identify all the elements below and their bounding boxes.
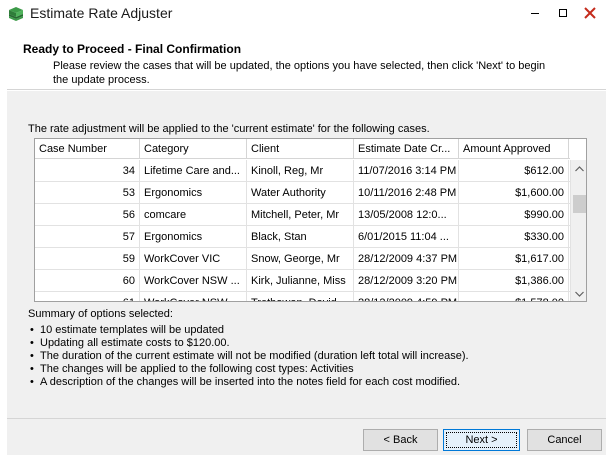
column-header-estimate-date[interactable]: Estimate Date Cr...: [354, 139, 459, 159]
cell-category: Lifetime Care and...: [140, 160, 247, 182]
cell-client: Kirk, Julianne, Miss: [247, 270, 354, 292]
cell-client: Snow, George, Mr: [247, 248, 354, 270]
footer-divider: [7, 418, 606, 419]
window-title: Estimate Rate Adjuster: [30, 5, 173, 21]
cell-estimate-date: 6/01/2015 11:04 ...: [354, 226, 459, 248]
cell-estimate-date: 28/12/2009 4:37 PM: [354, 248, 459, 270]
back-button[interactable]: < Back: [363, 429, 438, 451]
table-row[interactable]: 59 WorkCover VIC Snow, George, Mr 28/12/200…: [35, 248, 570, 270]
table-body: 34 Lifetime Care and... Kinoll, Reg, Mr 11/…: [35, 160, 570, 301]
table-row[interactable]: 56 comcare Mitchell, Peter, Mr 13/05/2008 1…: [35, 204, 570, 226]
scroll-thumb[interactable]: [573, 195, 586, 213]
table-row[interactable]: 57 Ergonomics Black, Stan 6/01/2015 11:04 .…: [35, 226, 570, 248]
summary-item: 10 estimate templates will be updated: [28, 324, 588, 337]
title-bar: Estimate Rate Adjuster: [0, 0, 606, 28]
cell-amount-approved: $330.00: [459, 226, 569, 248]
summary-item: Updating all estimate costs to $120.00.: [28, 337, 588, 350]
cell-estimate-date: 28/12/2009 3:20 PM: [354, 270, 459, 292]
table-header: Case Number Category Client Estimate Dat…: [35, 139, 570, 159]
cell-category: Ergonomics: [140, 226, 247, 248]
cell-estimate-date: 13/05/2008 12:0...: [354, 204, 459, 226]
cancel-button[interactable]: Cancel: [527, 429, 602, 451]
focus-rect: [446, 432, 517, 448]
summary-item: A description of the changes will be ins…: [28, 376, 588, 389]
books-icon: [7, 5, 25, 23]
cell-amount-approved: $1,600.00: [459, 182, 569, 204]
options-summary: Summary of options selected: 10 estimate…: [28, 308, 588, 389]
table-scrollbar[interactable]: [570, 160, 586, 301]
cell-case-number: 57: [35, 226, 140, 248]
intro-text: The rate adjustment will be applied to t…: [28, 123, 430, 135]
cell-category: WorkCover NSW ...: [140, 292, 247, 301]
column-header-client[interactable]: Client: [247, 139, 354, 159]
cell-case-number: 60: [35, 270, 140, 292]
table-row[interactable]: 53 Ergonomics Water Authority 10/11/2016 2:…: [35, 182, 570, 204]
cell-estimate-date: 10/11/2016 2:48 PM: [354, 182, 459, 204]
chevron-up-icon: [575, 163, 584, 175]
cell-case-number: 56: [35, 204, 140, 226]
cell-case-number: 53: [35, 182, 140, 204]
cell-category: comcare: [140, 204, 247, 226]
cell-client: Water Authority: [247, 182, 354, 204]
cell-case-number: 61: [35, 292, 140, 301]
table-row[interactable]: 60 WorkCover NSW ... Kirk, Julianne, Miss 2…: [35, 270, 570, 292]
scroll-down-button[interactable]: [571, 285, 586, 301]
page-description: Please review the cases that will be upd…: [53, 60, 546, 86]
table-row[interactable]: 61WorkCover NSW ...Trethowan, David...28…: [35, 292, 570, 301]
cell-client: Kinoll, Reg, Mr: [247, 160, 354, 182]
table-row[interactable]: 34 Lifetime Care and... Kinoll, Reg, Mr 11/…: [35, 160, 570, 182]
cell-case-number: 34: [35, 160, 140, 182]
cell-amount-approved: $1,386.00: [459, 270, 569, 292]
cell-estimate-date: 28/12/2009 4:59 PM: [354, 292, 459, 301]
cell-category: Ergonomics: [140, 182, 247, 204]
summary-item: The changes will be applied to the follo…: [28, 363, 588, 376]
summary-title: Summary of options selected:: [28, 308, 173, 320]
maximize-button[interactable]: [548, 2, 578, 24]
page-title: Ready to Proceed - Final Confirmation: [23, 42, 242, 56]
column-header-category[interactable]: Category: [140, 139, 247, 159]
cell-amount-approved: $990.00: [459, 204, 569, 226]
cell-category: WorkCover NSW ...: [140, 270, 247, 292]
cell-client: Black, Stan: [247, 226, 354, 248]
cell-client: Trethowan, David...: [247, 292, 354, 301]
next-button[interactable]: Next >: [443, 429, 520, 451]
cell-amount-approved: $1,617.00: [459, 248, 569, 270]
maximize-icon: [558, 8, 568, 18]
cell-client: Mitchell, Peter, Mr: [247, 204, 354, 226]
close-icon: [584, 7, 596, 19]
column-header-case-number[interactable]: Case Number: [35, 139, 140, 159]
minimize-icon: [530, 8, 540, 18]
cases-table[interactable]: Case Number Category Client Estimate Dat…: [34, 138, 587, 302]
cell-case-number: 59: [35, 248, 140, 270]
summary-item: The duration of the current estimate wil…: [28, 350, 588, 363]
cell-estimate-date: 11/07/2016 3:14 PM: [354, 160, 459, 182]
column-header-amount-approved[interactable]: Amount Approved: [459, 139, 569, 159]
scroll-up-button[interactable]: [571, 160, 586, 177]
cell-category: WorkCover VIC: [140, 248, 247, 270]
close-button[interactable]: [575, 2, 605, 24]
minimize-button[interactable]: [520, 2, 550, 24]
cell-amount-approved: $1,578.00: [459, 292, 569, 301]
cell-amount-approved: $612.00: [459, 160, 569, 182]
chevron-down-icon: [575, 288, 584, 300]
wizard-header: Ready to Proceed - Final Confirmation Pl…: [7, 28, 606, 90]
